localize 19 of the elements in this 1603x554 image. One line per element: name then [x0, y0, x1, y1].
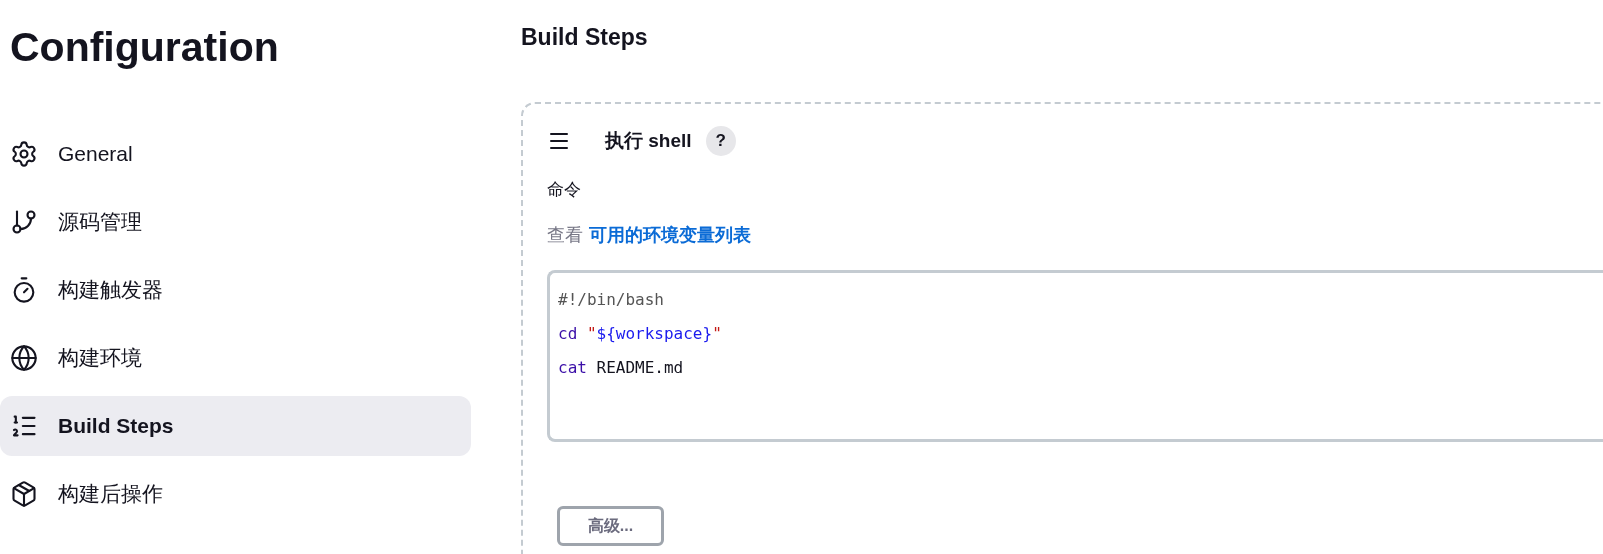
- sidebar-item[interactable]: General: [0, 124, 471, 184]
- env-vars-link[interactable]: 可用的环境变量列表: [589, 223, 751, 247]
- step-title: 执行 shell: [605, 129, 692, 153]
- hint-text: 查看: [547, 224, 583, 247]
- section-heading: Build Steps: [521, 23, 649, 52]
- sidebar-item[interactable]: 构建环境: [0, 328, 471, 388]
- command-editor[interactable]: #!/bin/bash cd "${workspace}" cat README.md: [547, 270, 1603, 442]
- sidebar-item[interactable]: 构建后操作: [0, 464, 471, 524]
- sidebar-item[interactable]: 构建触发器: [0, 260, 471, 320]
- settings-icon: [10, 140, 38, 168]
- advanced-button[interactable]: 高级...: [557, 506, 664, 546]
- page-title: Configuration: [10, 23, 280, 72]
- help-button[interactable]: ?: [705, 126, 736, 156]
- field-label: 命令: [547, 179, 582, 201]
- sidebar-item[interactable]: Build Steps: [0, 396, 471, 456]
- branch-icon: [10, 208, 38, 236]
- sidebar-item[interactable]: 源码管理: [0, 192, 471, 252]
- package-icon: [10, 480, 38, 508]
- globe-icon: [10, 344, 38, 372]
